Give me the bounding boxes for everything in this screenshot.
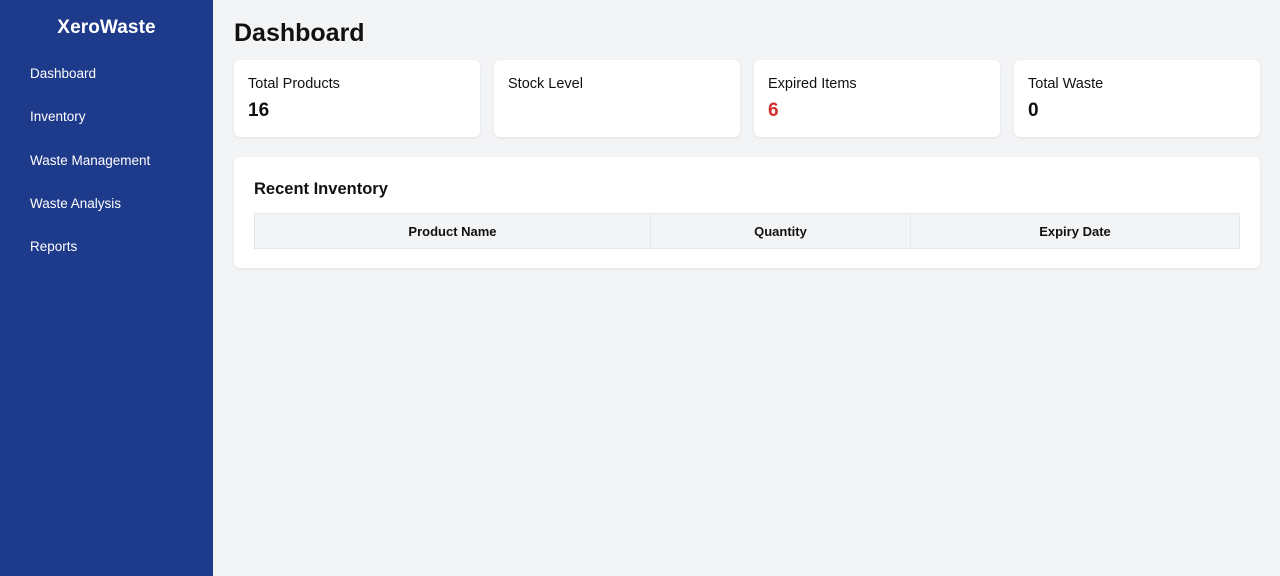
card-expired-items: Expired Items 6 bbox=[754, 60, 1000, 137]
column-header-expiry-date[interactable]: Expiry Date bbox=[910, 213, 1240, 249]
sidebar-item-waste-management[interactable]: Waste Management bbox=[0, 143, 213, 186]
card-value: 6 bbox=[768, 100, 779, 121]
sidebar-nav: Dashboard Inventory Waste Management Was… bbox=[0, 56, 213, 272]
card-stock-level: Stock Level bbox=[494, 60, 740, 137]
card-total-products: Total Products 16 bbox=[234, 60, 480, 137]
column-header-quantity[interactable]: Quantity bbox=[649, 213, 912, 249]
page-title: Dashboard bbox=[234, 19, 365, 47]
column-header-product-name[interactable]: Product Name bbox=[254, 213, 651, 249]
table-header-row: Product Name Quantity Expiry Date bbox=[254, 213, 1240, 249]
card-total-waste: Total Waste 0 bbox=[1014, 60, 1260, 137]
recent-inventory-panel: Recent Inventory Product Name Quantity E… bbox=[234, 157, 1260, 268]
card-label: Total Products bbox=[248, 76, 340, 92]
sidebar-item-inventory[interactable]: Inventory bbox=[0, 99, 213, 142]
app: XeroWaste Dashboard Inventory Waste Mana… bbox=[0, 0, 1280, 576]
sidebar-item-reports[interactable]: Reports bbox=[0, 229, 213, 272]
card-label: Expired Items bbox=[768, 76, 857, 92]
card-value: 16 bbox=[248, 100, 270, 121]
sidebar: XeroWaste Dashboard Inventory Waste Mana… bbox=[0, 0, 213, 576]
sidebar-item-dashboard[interactable]: Dashboard bbox=[0, 56, 213, 99]
main-content: Dashboard Total Products 16 Stock Level … bbox=[213, 0, 1280, 576]
panel-title: Recent Inventory bbox=[254, 180, 388, 198]
inventory-table: Product Name Quantity Expiry Date bbox=[254, 213, 1240, 249]
card-value: 0 bbox=[1028, 100, 1039, 121]
brand-logo: XeroWaste bbox=[57, 17, 156, 38]
card-label: Total Waste bbox=[1028, 76, 1104, 92]
sidebar-item-waste-analysis[interactable]: Waste Analysis bbox=[0, 186, 213, 229]
summary-cards: Total Products 16 Stock Level Expired It… bbox=[234, 60, 1260, 137]
card-label: Stock Level bbox=[508, 76, 583, 92]
